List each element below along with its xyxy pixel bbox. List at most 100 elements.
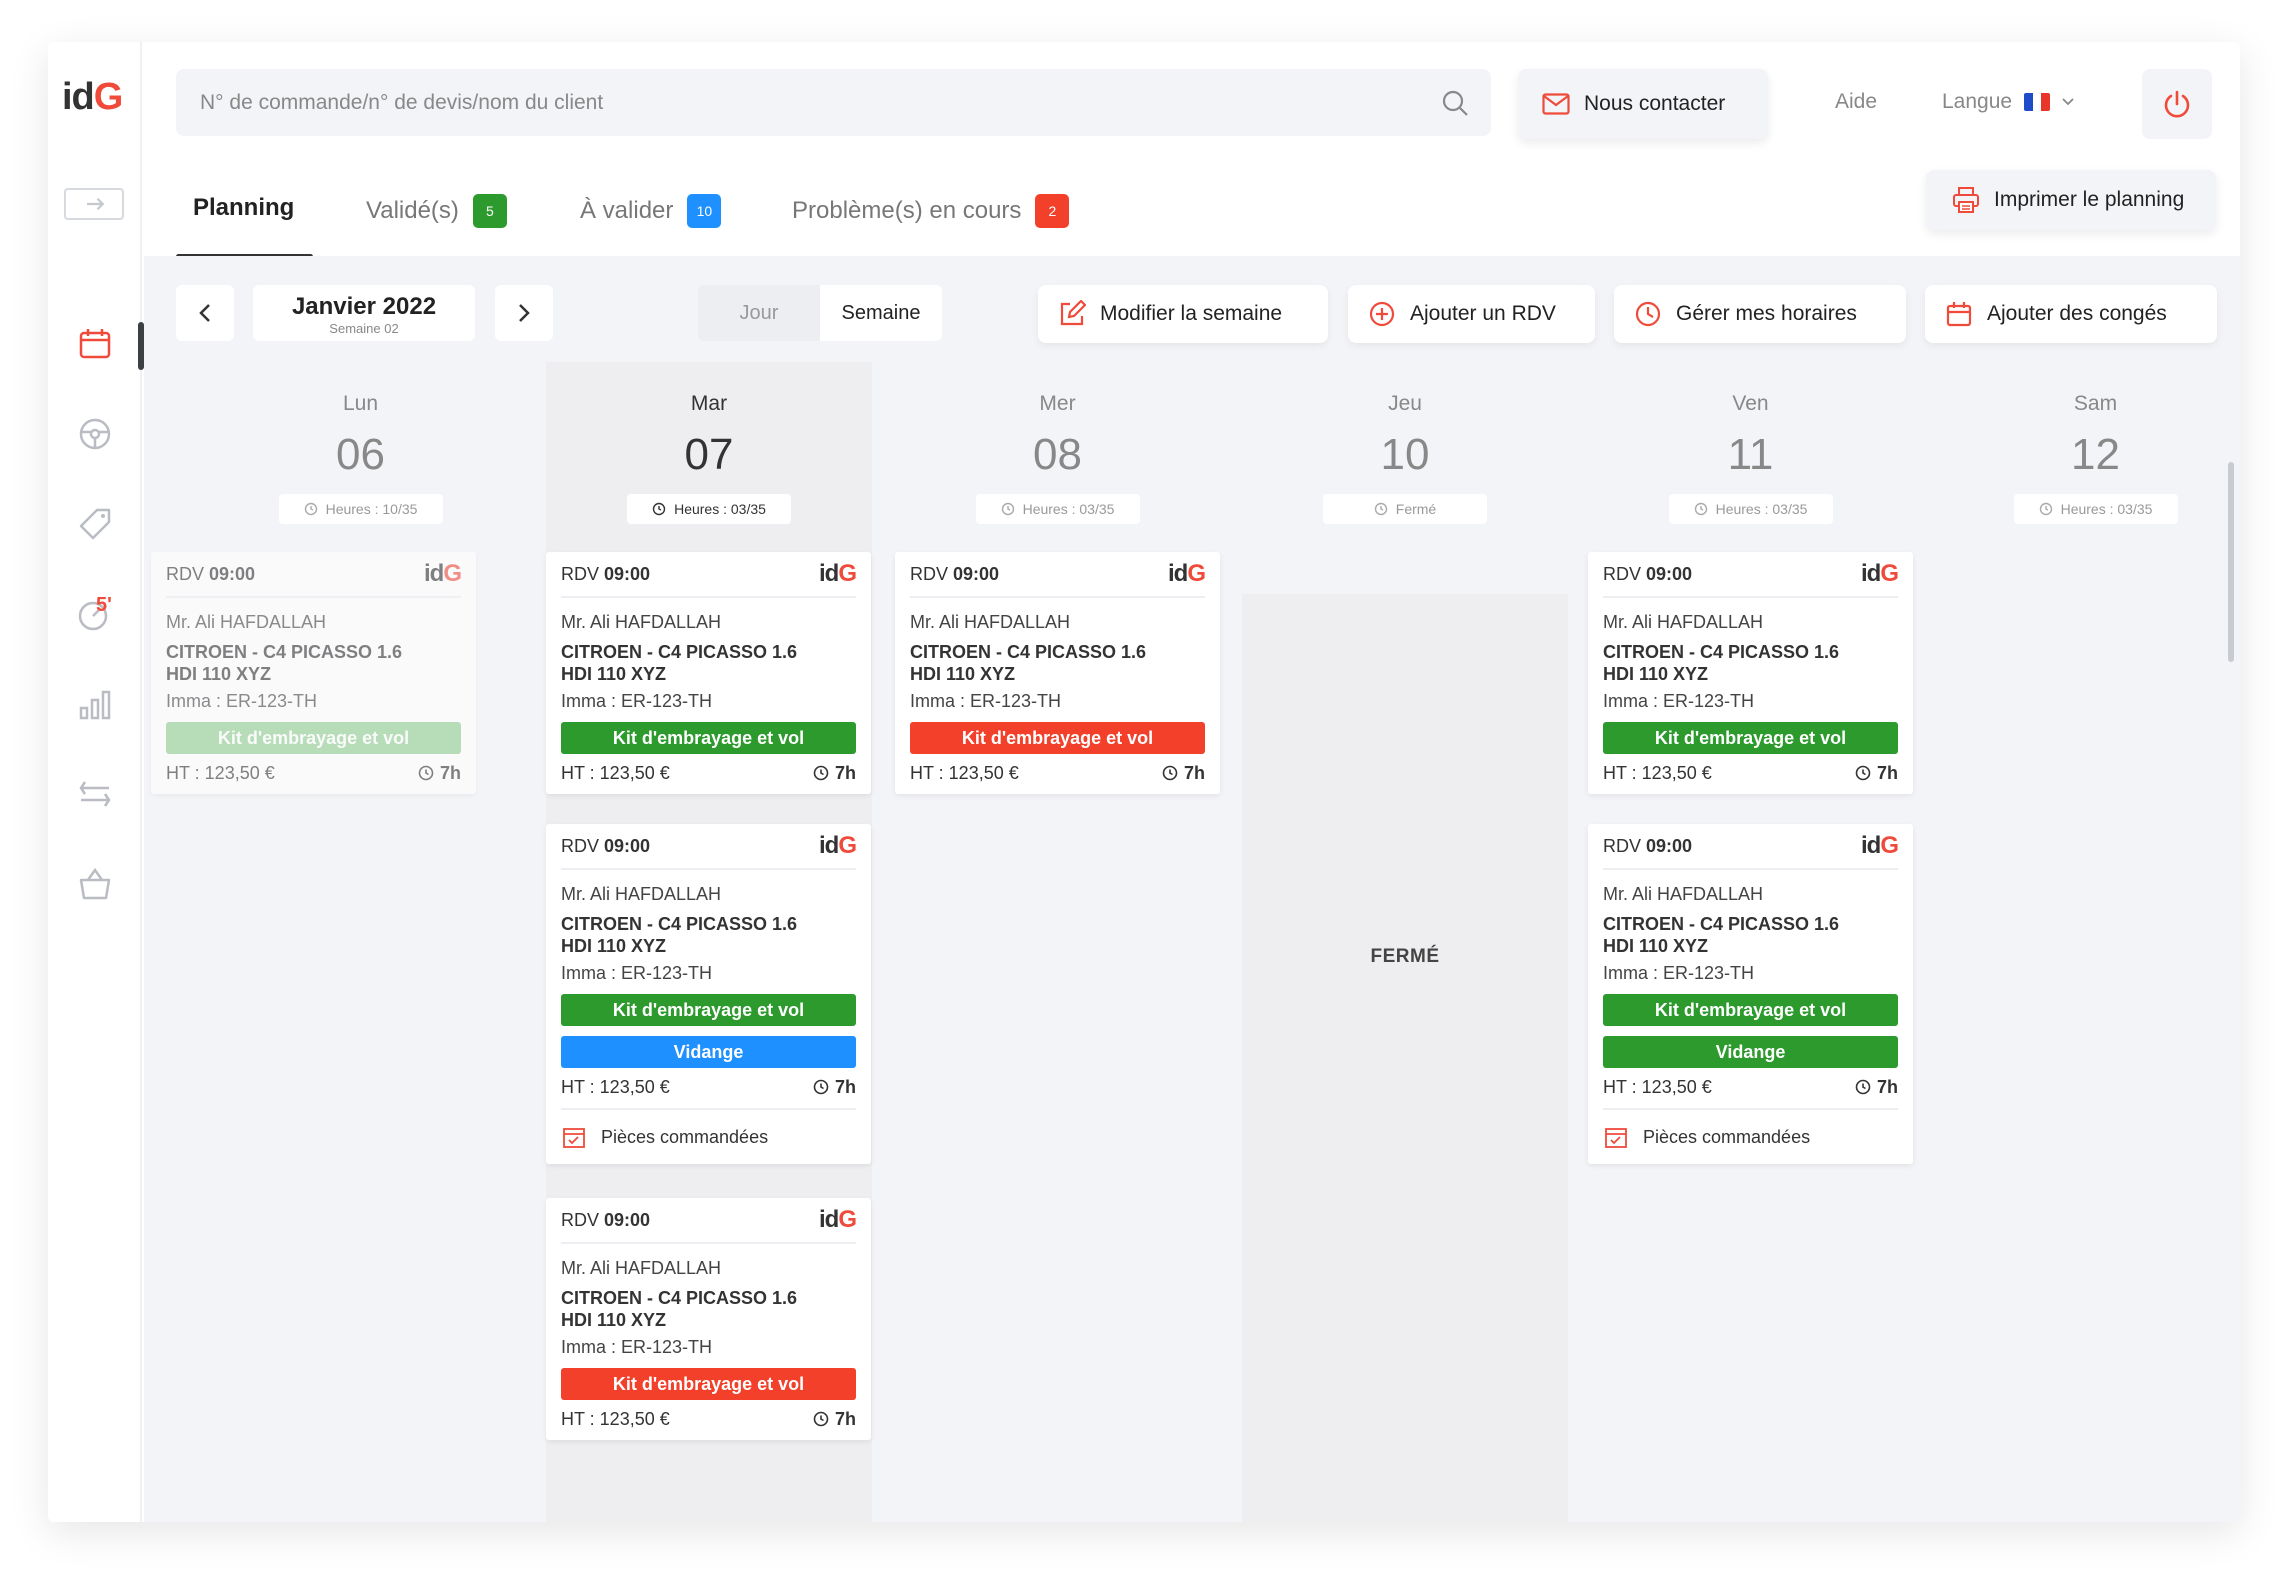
validated-count-badge: 5 <box>472 194 507 228</box>
add-appointment-label: Ajouter un RDV <box>1410 302 1556 325</box>
appointment-time: RDV 09:00 <box>561 563 651 584</box>
to-validate-count-badge: 10 <box>687 194 722 228</box>
appointment-card[interactable]: RDV 09:00 idG Mr. Ali HAFDALLAH CITROEN -… <box>546 824 871 1164</box>
day-date: 11 <box>1727 430 1774 479</box>
service-tag: Kit d'embrayage et vol <box>1603 994 1898 1026</box>
bar-chart-icon <box>79 690 111 720</box>
sidebar-item-vehicles[interactable] <box>75 414 115 454</box>
duration: 7h <box>813 1409 856 1430</box>
contact-button[interactable]: Nous contacter <box>1518 69 1768 139</box>
sidebar-toggle-button[interactable] <box>64 188 124 220</box>
duration: 7h <box>1855 763 1898 784</box>
help-link[interactable]: Aide <box>1835 90 1877 114</box>
edit-week-button[interactable]: Modifier la semaine <box>1038 285 1328 343</box>
duration: 7h <box>1162 763 1205 784</box>
day-date: 08 <box>1033 430 1082 479</box>
vehicle-plate: Imma : ER-123-TH <box>561 1337 713 1357</box>
service-tag: Kit d'embrayage et vol <box>561 722 856 754</box>
vehicle-plate: Imma : ER-123-TH <box>561 691 713 711</box>
logout-button[interactable] <box>2142 69 2212 139</box>
tab-problems[interactable]: Problème(s) en cours 2 <box>792 194 1070 228</box>
tab-validated[interactable]: Validé(s) 5 <box>366 194 507 228</box>
closed-label: FERMÉ <box>1370 946 1440 967</box>
service-tag: Kit d'embrayage et vol <box>561 1368 856 1400</box>
appointment-time: RDV 09:00 <box>910 563 1000 584</box>
tag-icon <box>79 508 111 540</box>
brand-logo: idG <box>1168 560 1206 587</box>
appointment-time: RDV 09:00 <box>166 563 256 584</box>
shopping-basket-icon <box>79 867 111 900</box>
service-tag: Kit d'embrayage et vol <box>166 722 461 754</box>
sidebar-item-stats[interactable] <box>75 684 115 724</box>
client-name: Mr. Ali HAFDALLAH <box>166 612 327 632</box>
search-input[interactable] <box>176 69 1416 136</box>
parts-ordered-status: Pièces commandées <box>561 1108 856 1164</box>
edit-week-label: Modifier la semaine <box>1100 302 1283 325</box>
price: HT : 123,50 € <box>1603 1076 1712 1097</box>
brand-logo: idG <box>1861 832 1899 859</box>
day-name: Lun <box>342 392 379 415</box>
tab-to-validate[interactable]: À valider 10 <box>580 194 722 228</box>
current-period: Janvier 2022 Semaine 02 <box>253 285 475 341</box>
day-column-mon: Lun 06 Heures : 10/35 <box>198 362 523 1522</box>
appointment-time: RDV 09:00 <box>1603 835 1693 856</box>
sidebar-item-transfers[interactable] <box>75 774 115 814</box>
price: HT : 123,50 € <box>166 762 275 783</box>
language-selector[interactable]: Langue <box>1942 90 2074 114</box>
day-hours-badge: Heures : 03/35 <box>2013 494 2178 524</box>
tab-planning[interactable]: Planning <box>193 194 294 222</box>
search-icon[interactable] <box>1441 89 1469 117</box>
price: HT : 123,50 € <box>910 762 1019 783</box>
service-tag: Kit d'embrayage et vol <box>561 994 856 1026</box>
sidebar-item-pricing[interactable] <box>75 504 115 544</box>
arrow-right-icon <box>87 197 105 211</box>
appointment-card[interactable]: RDV 09:00 idG Mr. Ali HAFDALLAH CITROEN -… <box>1588 552 1913 794</box>
edit-icon <box>1060 300 1086 326</box>
printer-icon <box>1953 187 1979 213</box>
day-hours-badge: Heures : 03/35 <box>975 494 1140 524</box>
view-day-button[interactable]: Jour <box>698 285 820 341</box>
appointment-card[interactable]: RDV 09:00 idG Mr. Ali HAFDALLAH CITROEN -… <box>151 552 476 794</box>
vertical-scrollbar[interactable] <box>2228 462 2234 662</box>
price: HT : 123,50 € <box>561 1408 670 1429</box>
sidebar: idG 5' <box>48 42 144 1522</box>
duration: 7h <box>418 763 461 784</box>
manage-hours-button[interactable]: Gérer mes horaires <box>1614 285 1906 343</box>
appointment-time: RDV 09:00 <box>561 1209 651 1230</box>
clock-icon <box>652 502 666 516</box>
swap-arrows-icon <box>79 781 111 807</box>
add-appointment-button[interactable]: Ajouter un RDV <box>1348 285 1595 343</box>
previous-week-button[interactable] <box>176 285 234 341</box>
month-label: Janvier 2022 <box>291 293 437 320</box>
sidebar-item-planning[interactable] <box>75 324 115 364</box>
day-hours-badge: Heures : 03/35 <box>627 494 791 524</box>
service-tag: Vidange <box>1603 1036 1898 1068</box>
checked-box-icon <box>563 1128 585 1148</box>
next-week-button[interactable] <box>495 285 553 341</box>
clock-icon <box>813 765 829 781</box>
problems-count-badge: 2 <box>1035 194 1070 228</box>
closed-day-area: FERMÉ <box>1242 594 1568 1522</box>
vehicle-plate: Imma : ER-123-TH <box>1603 691 1755 711</box>
client-name: Mr. Ali HAFDALLAH <box>561 1258 722 1278</box>
price: HT : 123,50 € <box>561 1076 670 1097</box>
appointment-card[interactable]: RDV 09:00 idG Mr. Ali HAFDALLAH CITROEN -… <box>546 1198 871 1440</box>
add-circle-icon <box>1369 301 1395 327</box>
day-column-sat: Sam 12 Heures : 03/35 <box>1933 362 2240 1522</box>
appointment-card[interactable]: RDV 09:00 idG Mr. Ali HAFDALLAH CITROEN -… <box>546 552 871 794</box>
parts-ordered-status: Pièces commandées <box>1603 1108 1898 1164</box>
app-logo[interactable]: idG <box>62 76 123 119</box>
client-name: Mr. Ali HAFDALLAH <box>910 612 1071 632</box>
duration: 7h <box>813 1077 856 1098</box>
appointment-time: RDV 09:00 <box>1603 563 1693 584</box>
day-name: Jeu <box>1388 392 1422 415</box>
client-name: Mr. Ali HAFDALLAH <box>1603 612 1764 632</box>
view-week-button[interactable]: Semaine <box>820 285 942 341</box>
appointment-card[interactable]: RDV 09:00 idG Mr. Ali HAFDALLAH CITROEN -… <box>895 552 1220 794</box>
mail-icon <box>1542 93 1570 115</box>
sidebar-item-shop[interactable] <box>75 864 115 904</box>
appointment-card[interactable]: RDV 09:00 idG Mr. Ali HAFDALLAH CITROEN -… <box>1588 824 1913 1164</box>
vehicle-plate: Imma : ER-123-TH <box>1603 963 1755 983</box>
add-leave-button[interactable]: Ajouter des congés <box>1925 285 2217 343</box>
print-planning-button[interactable]: Imprimer le planning <box>1926 170 2216 230</box>
